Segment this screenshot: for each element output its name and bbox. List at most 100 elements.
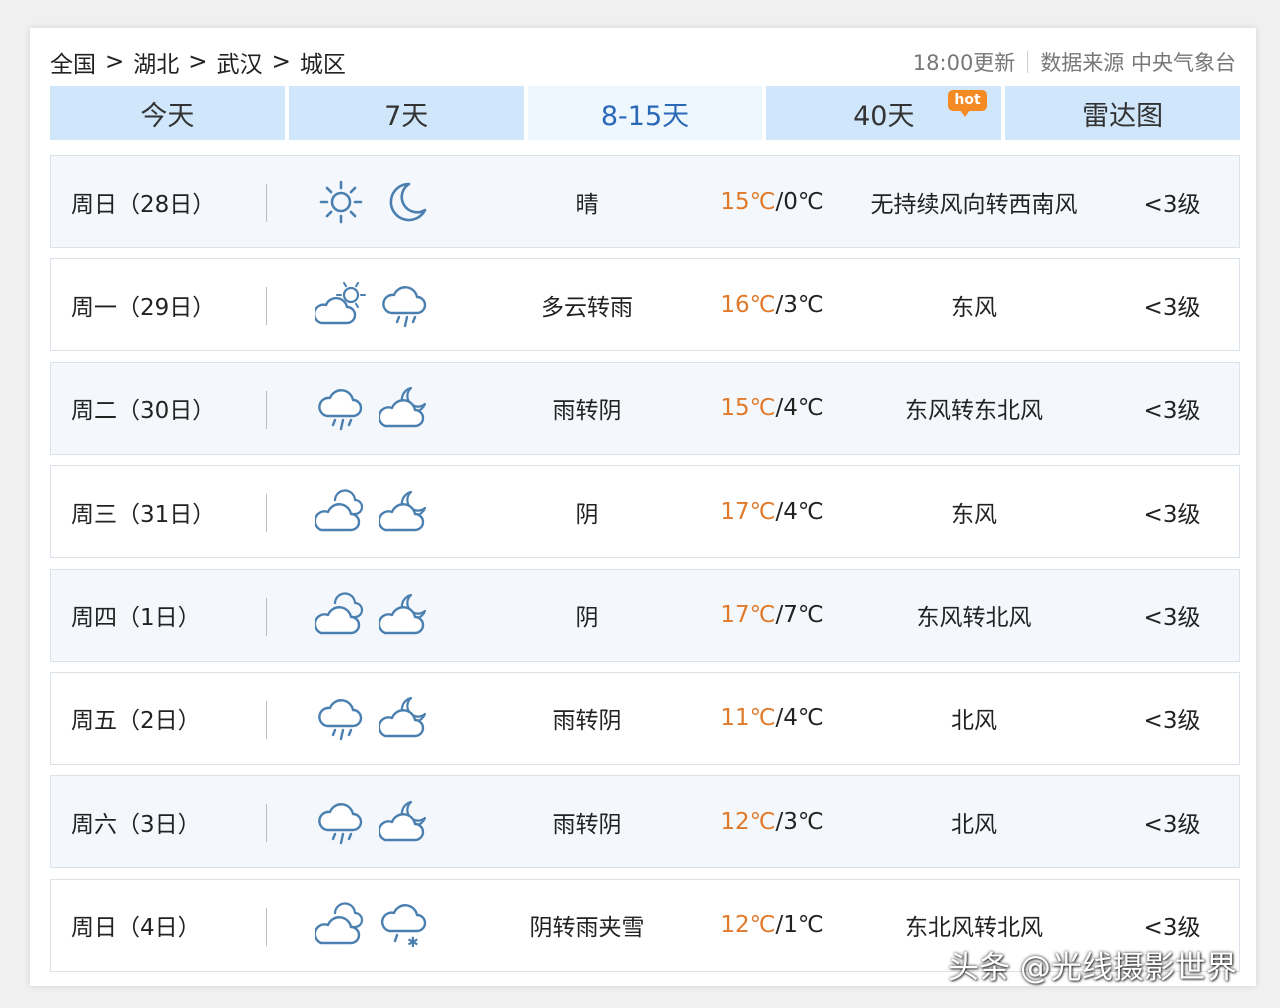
wind-level: <3级 [1143, 811, 1201, 838]
weather-icons [267, 382, 467, 434]
weather-condition: 阴转雨夹雪 [529, 915, 645, 942]
tab-label: 8-15天 [600, 100, 690, 132]
wind-level: <3级 [1143, 708, 1201, 735]
forecast-row: 周日（28日） 晴 15℃/0℃ 无持续风向转西南风 <3级 [50, 155, 1240, 248]
tab-label: 今天 [140, 100, 195, 132]
breadcrumb-item-province[interactable]: 湖北 [133, 45, 179, 79]
weather-icons: ✱ [267, 899, 467, 951]
temperature-range: 15℃/4℃ [707, 395, 837, 421]
forecast-row: 周二（30日） 雨转阴 15℃/4℃ 东风转东北风 <3级 [50, 361, 1240, 455]
wind-level: <3级 [1143, 398, 1201, 425]
overcast-icon [315, 592, 364, 635]
overcast-icon [315, 902, 364, 945]
wind-direction: 无持续风向转西南风 [870, 191, 1078, 218]
weather-condition: 晴 [575, 191, 599, 218]
wind-direction: 东风 [951, 501, 997, 528]
cloudy-night-icon [379, 387, 427, 428]
day-date: 周五（2日） [51, 673, 267, 764]
cloudy-night-icon [379, 697, 427, 738]
wind-direction: 北风 [951, 708, 997, 735]
svg-text:✱: ✱ [407, 935, 419, 951]
overcast-icon [315, 489, 364, 531]
tab-today[interactable]: 今天 [50, 86, 285, 140]
high-temp: 15℃ [720, 395, 776, 422]
tab-label: 雷达图 [1082, 100, 1164, 132]
wind-level: <3级 [1143, 191, 1201, 218]
wind-direction: 东北风转北风 [905, 915, 1043, 942]
breadcrumb-separator: > [188, 49, 208, 75]
cloudy-night-icon [379, 800, 427, 842]
temperature-range: 16℃/3℃ [707, 292, 837, 318]
breadcrumb-item-city[interactable]: 武汉 [217, 45, 263, 79]
high-temp: 16℃ [720, 291, 776, 318]
weather-icons [267, 692, 467, 744]
weather-panel: 全国 > 湖北 > 武汉 > 城区 18:00更新 数据来源 中央气象台 今天 … [30, 28, 1256, 986]
wind-direction: 北风 [951, 811, 997, 838]
weather-icons [267, 796, 467, 848]
weather-condition: 雨转阴 [552, 708, 622, 735]
high-temp: 11℃ [720, 705, 776, 732]
breadcrumb-item-district[interactable]: 城区 [300, 45, 346, 79]
low-temp: 0℃ [783, 188, 824, 215]
low-temp: 4℃ [783, 395, 824, 422]
sun-icon [319, 180, 363, 223]
low-temp: 1℃ [783, 912, 824, 939]
low-temp: 7℃ [783, 602, 824, 629]
weather-icons [267, 176, 467, 228]
high-temp: 17℃ [720, 498, 776, 525]
cloudy-night-icon [379, 593, 427, 635]
tab-7-days[interactable]: 7天 [288, 86, 524, 140]
forecast-row: 周六（3日） 雨转阴 12℃/3℃ 北风 <3级 [50, 775, 1240, 869]
day-date: 周日（4日） [51, 880, 267, 971]
update-time: 18:00更新 [912, 51, 1016, 75]
weather-condition: 雨转阴 [552, 398, 622, 425]
data-source: 数据来源 中央气象台 [1040, 51, 1236, 75]
temperature-range: 11℃/4℃ [707, 705, 837, 731]
cloudy-night-icon [379, 490, 427, 531]
temperature-range: 15℃/0℃ [707, 189, 837, 215]
weather-icons [267, 279, 467, 331]
rain-icon [318, 699, 363, 741]
day-date: 周四（1日） [51, 570, 267, 661]
low-temp: 4℃ [783, 705, 824, 732]
forecast-row: 周一（29日） 多云转雨 16℃/3℃ 东风 <3级 [50, 258, 1240, 352]
moon-icon [389, 182, 427, 221]
tab-radar[interactable]: 雷达图 [1005, 86, 1240, 140]
low-temp: 3℃ [783, 808, 824, 835]
weather-icons [267, 486, 467, 538]
breadcrumb-item-country[interactable]: 全国 [50, 45, 96, 79]
forecast-row: 周三（31日） 阴 17℃/4℃ 东风 <3级 [50, 465, 1240, 559]
weather-icons [267, 589, 467, 641]
temperature-range: 12℃/3℃ [707, 809, 837, 835]
tab-label: 7天 [384, 100, 429, 132]
rain-icon [382, 285, 427, 328]
top-bar: 全国 > 湖北 > 武汉 > 城区 18:00更新 数据来源 中央气象台 [50, 44, 1236, 80]
temperature-range: 17℃/4℃ [707, 499, 837, 525]
wind-direction: 东风 [951, 294, 997, 321]
weather-condition: 多云转雨 [541, 294, 633, 321]
tab-8-15-days[interactable]: 8-15天 [527, 86, 763, 140]
temperature-range: 17℃/7℃ [707, 602, 837, 628]
tab-label: 40天 [853, 100, 915, 132]
temperature-range: 12℃/1℃ [707, 912, 837, 938]
day-date: 周三（31日） [51, 466, 267, 557]
high-temp: 17℃ [720, 602, 776, 629]
tab-40-days[interactable]: 40天 hot [766, 86, 1002, 140]
rain-icon [318, 802, 363, 845]
breadcrumb-separator: > [105, 49, 125, 75]
weather-condition: 阴 [575, 501, 599, 528]
day-date: 周一（29日） [51, 259, 267, 350]
wind-level: <3级 [1143, 605, 1201, 632]
day-date: 周二（30日） [51, 363, 267, 454]
forecast-row: 周四（1日） 阴 17℃/7℃ 东风转北风 <3级 [50, 568, 1240, 662]
forecast-list: 周日（28日）晴 15℃/0℃ 无持续风向转西南风 <3级 周一（29日） 多云转雨 16℃… [50, 155, 1240, 982]
day-date: 周六（3日） [51, 776, 267, 867]
breadcrumb: 全国 > 湖北 > 武汉 > 城区 [50, 45, 346, 79]
partly-cloudy-icon [315, 281, 366, 325]
forecast-tabs: 今天 7天 8-15天 40天 hot 雷达图 [50, 86, 1240, 140]
low-temp: 3℃ [783, 291, 824, 318]
breadcrumb-separator: > [271, 49, 291, 75]
weather-condition: 雨转阴 [552, 811, 622, 838]
high-temp: 12℃ [720, 808, 776, 835]
sleet-icon: ✱ [380, 904, 427, 951]
